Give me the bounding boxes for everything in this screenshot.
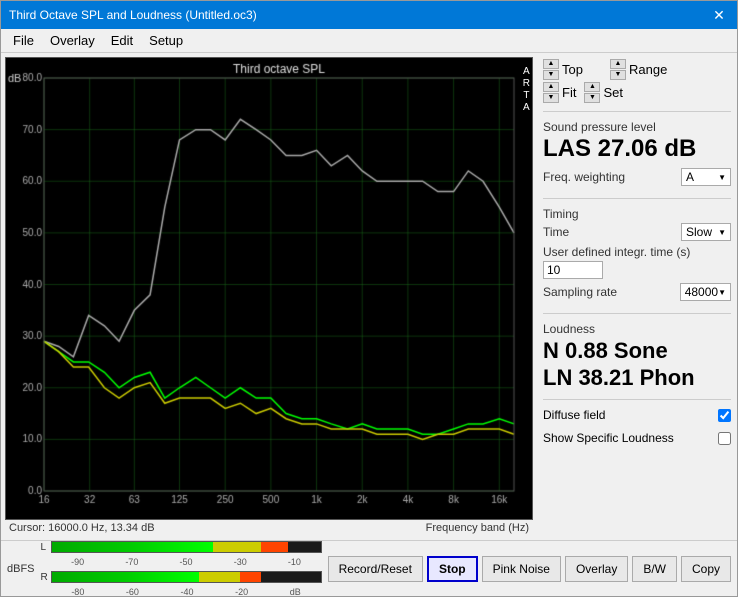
fit-spin: ▲ ▼ [543,82,559,103]
record-reset-button[interactable]: Record/Reset [328,556,423,582]
menu-edit[interactable]: Edit [103,31,141,50]
range-spin: ▲ ▼ [610,59,626,80]
menu-setup[interactable]: Setup [141,31,191,50]
bottom-bar: dBFS L -90 -70 -50 -30 -10 [1,540,737,596]
close-button[interactable]: ✕ [709,7,729,24]
user-integr-input[interactable] [543,261,603,279]
spectrum-chart [6,58,532,519]
show-specific-row: Show Specific Loudness [543,431,731,445]
level-meters: L -90 -70 -50 -30 -10 R [41,540,322,597]
meter-bar-r [51,571,322,583]
meter-row-r: R [41,570,322,584]
bw-button[interactable]: B/W [632,556,677,582]
loudness-section-label: Loudness [543,322,731,336]
sampling-rate-label: Sampling rate [543,285,617,299]
freq-weighting-row: Freq. weighting A ▼ [543,168,731,186]
meter-l-label: L [41,542,51,553]
meter-bar-l [51,541,322,553]
chart-area: ARTA Cursor: 16000.0 Hz, 13.34 dB Freque… [1,53,537,540]
menu-bar: File Overlay Edit Setup [1,29,737,53]
cursor-info: Cursor: 16000.0 Hz, 13.34 dB [9,522,155,534]
time-dropdown[interactable]: Slow ▼ [681,223,731,241]
top-label: Top [562,62,602,77]
top-up-btn[interactable]: ▲ [543,59,559,69]
menu-overlay[interactable]: Overlay [42,31,103,50]
set-up-btn[interactable]: ▲ [584,82,600,92]
spl-section-label: Sound pressure level [543,120,731,134]
right-panel: ▲ ▼ Top ▲ ▼ Range ▲ ▼ [537,53,737,540]
loudness-section: Loudness N 0.88 Sone LN 38.21 Phon [543,322,731,391]
time-label: Time [543,225,569,239]
freq-weighting-dropdown[interactable]: A ▼ [681,168,731,186]
range-label: Range [629,62,667,77]
action-buttons: Record/Reset Stop Pink Noise Overlay B/W… [328,556,731,582]
top-spin: ▲ ▼ [543,59,559,80]
meter-ticks-top: -90 -70 -50 -30 -10 [41,557,322,567]
show-specific-checkbox[interactable] [718,432,731,445]
freq-weighting-label: Freq. weighting [543,170,625,184]
time-row: Time Slow ▼ [543,223,731,241]
diffuse-field-label: Diffuse field [543,408,605,422]
loudness-ln-value: LN 38.21 Phon [543,365,731,391]
arta-label: ARTA [523,66,530,114]
top-down-btn[interactable]: ▼ [543,70,559,80]
fit-up-btn[interactable]: ▲ [543,82,559,92]
show-specific-label: Show Specific Loudness [543,431,674,445]
range-up-btn[interactable]: ▲ [610,59,626,69]
diffuse-field-row: Diffuse field [543,408,731,422]
diffuse-field-checkbox[interactable] [718,409,731,422]
main-window: Third Octave SPL and Loudness (Untitled.… [0,0,738,597]
sampling-rate-dropdown[interactable]: 48000 ▼ [680,283,731,301]
set-spin: ▲ ▼ [584,82,600,103]
copy-button[interactable]: Copy [681,556,731,582]
freq-band-label: Frequency band (Hz) [426,522,529,534]
stop-button[interactable]: Stop [427,556,478,582]
set-down-btn[interactable]: ▼ [584,93,600,103]
fit-down-btn[interactable]: ▼ [543,93,559,103]
chart-status-bar: Cursor: 16000.0 Hz, 13.34 dB Frequency b… [5,520,533,536]
pink-noise-button[interactable]: Pink Noise [482,556,561,582]
meter-ticks-bottom: -80 -60 -40 -20 dB [41,587,322,597]
dbfs-label: dBFS [7,563,35,575]
spl-value: LAS 27.06 dB [543,136,731,162]
overlay-button[interactable]: Overlay [565,556,628,582]
set-label: Set [603,85,623,100]
chart-container: ARTA [5,57,533,520]
meter-row-l: L [41,540,322,554]
user-integr-row: User defined integr. time (s) [543,245,731,279]
window-title: Third Octave SPL and Loudness (Untitled.… [9,8,257,22]
fit-label: Fit [562,85,576,100]
timing-section: Timing Time Slow ▼ User defined integr. … [543,207,731,305]
meter-r-label: R [41,572,51,583]
spl-section: Sound pressure level LAS 27.06 dB [543,120,731,162]
timing-section-label: Timing [543,207,731,221]
main-content: ARTA Cursor: 16000.0 Hz, 13.34 dB Freque… [1,53,737,540]
range-down-btn[interactable]: ▼ [610,70,626,80]
title-bar: Third Octave SPL and Loudness (Untitled.… [1,1,737,29]
menu-file[interactable]: File [5,31,42,50]
loudness-n-value: N 0.88 Sone [543,338,731,364]
user-integr-label: User defined integr. time (s) [543,245,690,259]
sampling-rate-row: Sampling rate 48000 ▼ [543,283,731,301]
